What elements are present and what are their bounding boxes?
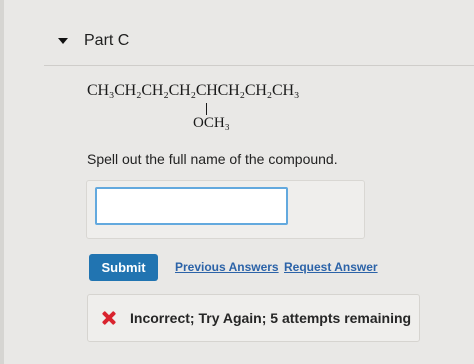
part-header[interactable]: Part C [58,32,129,50]
feedback-message: Incorrect; Try Again; 5 attempts remaini… [130,310,412,326]
feedback-box: Incorrect; Try Again; 5 attempts remaini… [87,294,420,342]
formula-branch-bond [206,103,207,115]
submit-button[interactable]: Submit [89,254,158,281]
formula-substituent: OCH₃ [193,115,230,131]
structural-formula: CH₃CH₂CH₂CH₂CHCH₂CH₂CH₃ OCH₃ [87,82,300,131]
request-answer-link[interactable]: Request Answer [284,260,378,274]
question-prompt: Spell out the full name of the compound. [87,151,338,167]
page-edge [0,0,4,364]
formula-main-chain: CH₃CH₂CH₂CH₂CHCH₂CH₂CH₃ [87,82,300,99]
answer-input[interactable] [95,187,288,225]
collapse-caret-icon[interactable] [58,38,68,44]
incorrect-x-icon [102,311,116,325]
previous-answers-link[interactable]: Previous Answers [175,260,279,274]
part-title: Part C [84,32,130,49]
section-divider [44,65,474,66]
